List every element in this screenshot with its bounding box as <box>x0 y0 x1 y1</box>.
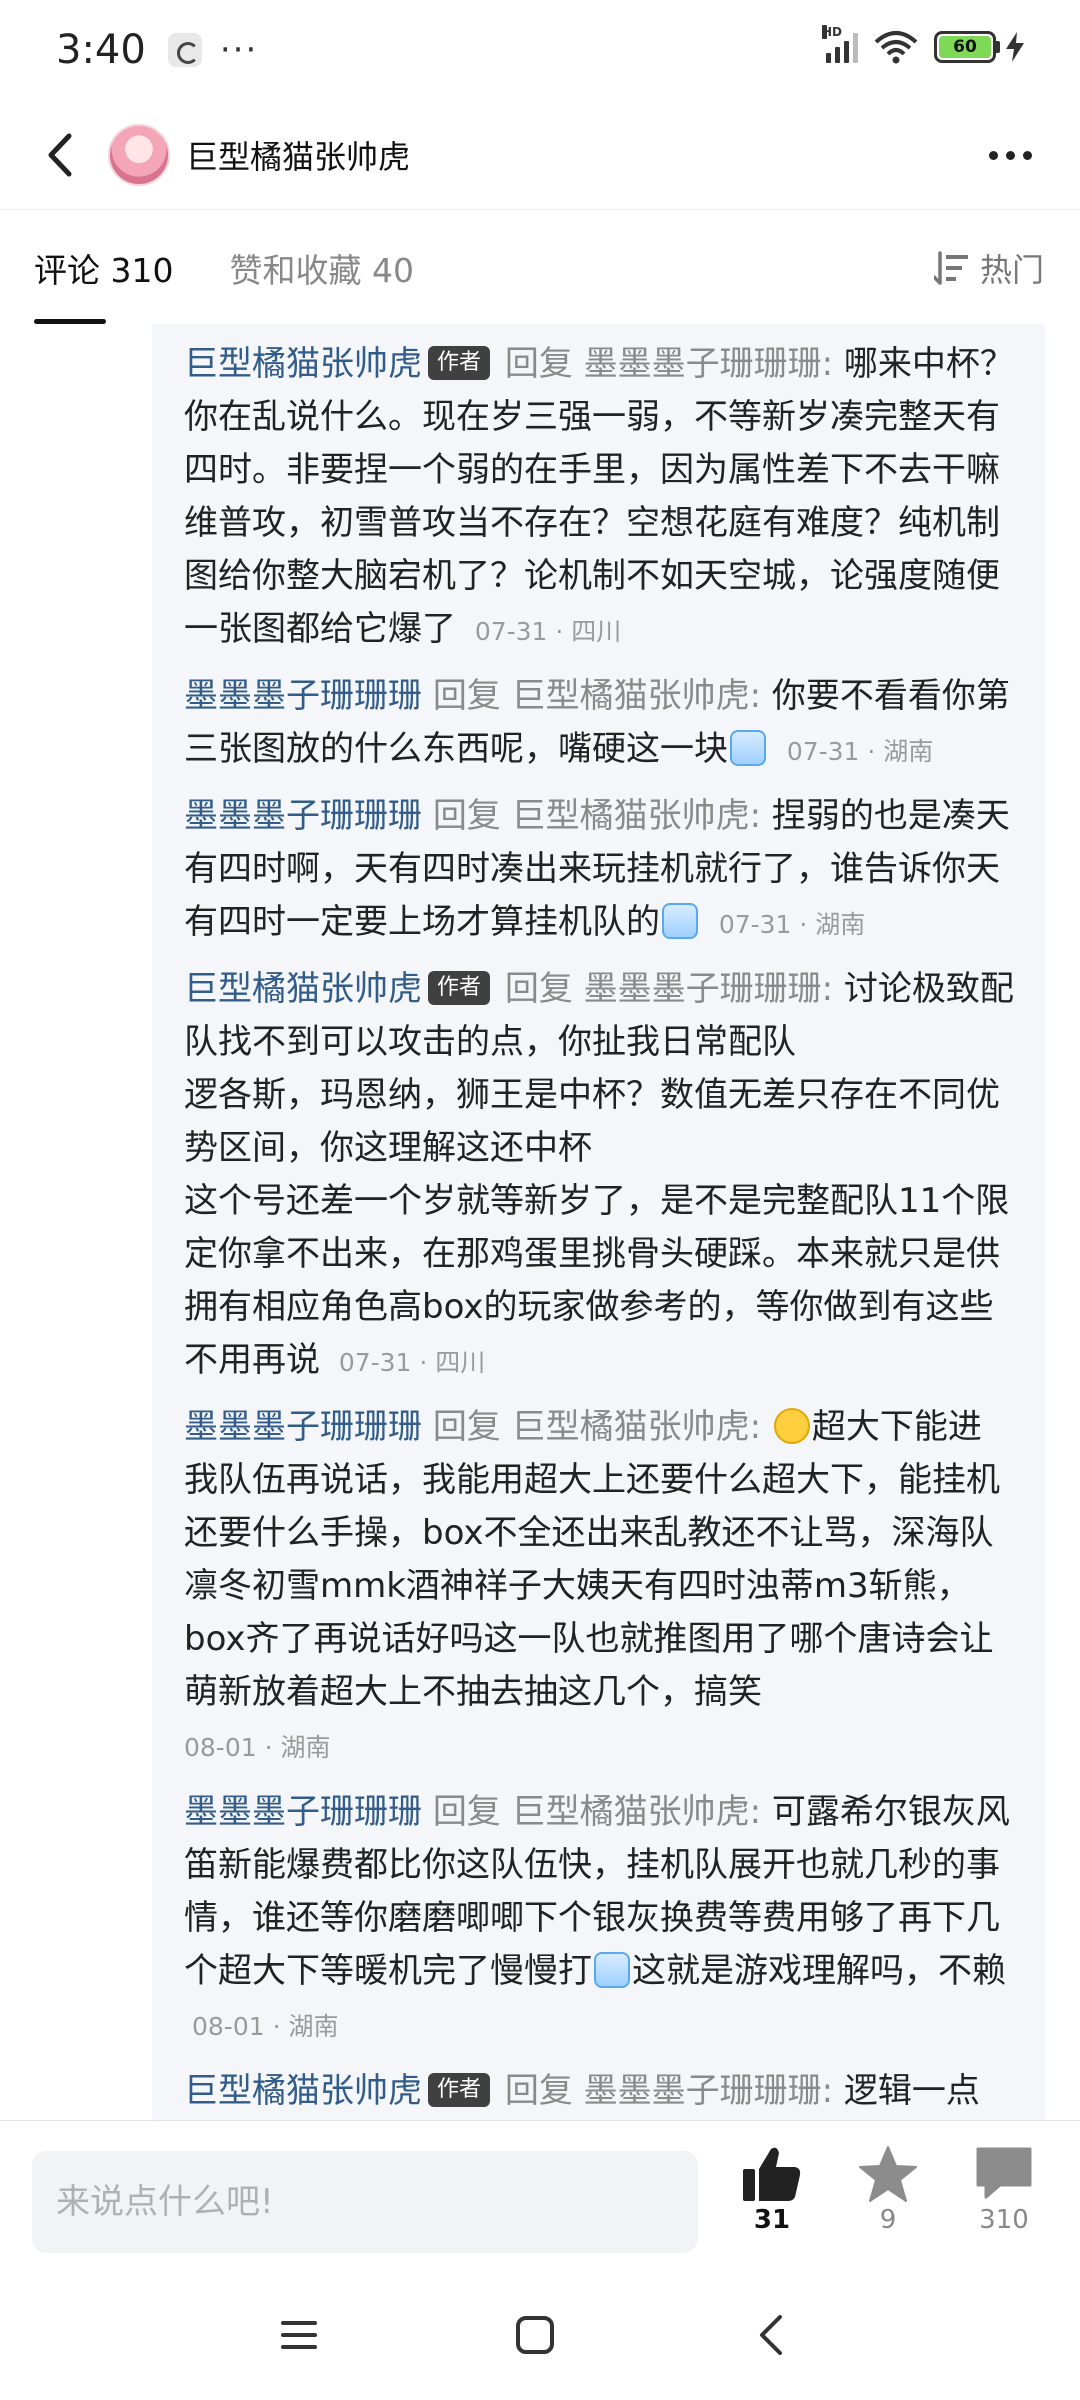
comment-meta: 07-31 · 四川 <box>338 1348 486 1377</box>
status-time: 3:40 <box>56 27 146 73</box>
battery-icon: 60 <box>934 31 1024 63</box>
comment-count-button[interactable]: 310 <box>954 2145 1054 2235</box>
comment-meta: 07-31 · 四川 <box>474 617 622 646</box>
signal-icon: HD <box>822 25 858 63</box>
tab-likes-favorites[interactable]: 赞和收藏 40 <box>229 212 413 324</box>
comment-author[interactable]: 墨墨墨子珊珊珊 <box>184 1407 422 1447</box>
sweat-emoji-icon <box>594 1952 630 1988</box>
app-notification-icon <box>167 33 202 67</box>
chevron-left-icon <box>760 2315 782 2355</box>
comment-author[interactable]: 墨墨墨子珊珊珊 <box>184 796 422 836</box>
tab-comments[interactable]: 评论 310 <box>34 212 173 324</box>
chat-bubble-icon <box>976 2147 1032 2199</box>
reply-target[interactable]: 墨墨墨子珊珊珊: <box>584 344 833 384</box>
reply-target[interactable]: 巨型橘猫张帅虎: <box>512 676 761 716</box>
back-nav-button[interactable] <box>736 2300 806 2370</box>
recents-button[interactable] <box>264 2300 334 2370</box>
like-button[interactable]: 31 <box>722 2145 822 2235</box>
reply-label: 回复 <box>504 344 573 384</box>
reply-label: 回复 <box>432 1407 501 1447</box>
menu-icon <box>281 2321 317 2349</box>
list-item[interactable]: 墨墨墨子珊珊珊 回复 巨型橘猫张帅虎: 超大下能进我队伍再说话，我能用超大上还要… <box>184 1401 1015 1774</box>
star-icon <box>859 2146 917 2202</box>
author-badge: 作者 <box>428 971 491 1005</box>
comment-meta: 08-01 · 湖南 <box>184 1733 331 1762</box>
comment-text: 这个号还差一个岁就等新岁了，是不是完整配队11个限定你拿不出来，在那鸡蛋里挑骨头… <box>184 1181 1010 1380</box>
comment-list[interactable]: 巨型橘猫张帅虎 作者 回复 墨墨墨子珊珊珊: 哪来中杯？你在乱说什么。现在岁三强一… <box>152 324 1045 2120</box>
tabs: 评论 310 赞和收藏 40 热门 <box>0 212 1080 324</box>
comment-meta: 07-31 · 湖南 <box>786 737 934 766</box>
battery-level: 60 <box>939 36 991 58</box>
bottom-action-bar: 31 9 310 <box>0 2120 1080 2270</box>
square-icon <box>516 2316 554 2354</box>
more-horizontal-icon <box>988 150 998 160</box>
list-item[interactable]: 墨墨墨子珊珊珊 回复 巨型橘猫张帅虎: 可露希尔银灰风笛新能爆费都比你这队伍快，… <box>184 1786 1015 2053</box>
comment-input[interactable] <box>32 2151 698 2253</box>
list-item[interactable]: 巨型橘猫张帅虎 作者 回复 墨墨墨子珊珊珊: 哪来中杯？你在乱说什么。现在岁三强一… <box>184 338 1015 658</box>
favorite-button[interactable]: 9 <box>838 2145 938 2235</box>
reply-target[interactable]: 巨型橘猫张帅虎: <box>512 1792 761 1832</box>
network-label: HD <box>822 25 843 39</box>
more-button[interactable] <box>980 125 1040 185</box>
comment-author[interactable]: 巨型橘猫张帅虎 <box>184 969 422 1009</box>
comment-meta: 07-31 · 湖南 <box>718 910 866 939</box>
reply-label: 回复 <box>504 969 573 1009</box>
comment-author[interactable]: 墨墨墨子珊珊珊 <box>184 676 422 716</box>
reply-label: 回复 <box>432 676 501 716</box>
comment-text: 逻辑一点 <box>843 2071 980 2111</box>
comment-meta: 08-01 · 湖南 <box>192 2012 339 2041</box>
wifi-icon <box>874 31 918 64</box>
sort-label: 热门 <box>979 251 1044 289</box>
back-button[interactable] <box>30 125 90 185</box>
sweat-emoji-icon <box>662 903 698 939</box>
page-title: 巨型橘猫张帅虎 <box>186 137 411 176</box>
sort-button[interactable]: 热门 <box>933 212 1044 324</box>
header: 巨型橘猫张帅虎 <box>0 100 1080 210</box>
comment-text: 超大下能进我队伍再说话，我能用超大上还要什么超大下，能挂机还要什么手操，box不… <box>184 1407 1000 1712</box>
comment-author[interactable]: 巨型橘猫张帅虎 <box>184 2071 422 2111</box>
status-bar: 3:40 ··· HD 60 <box>0 0 1080 100</box>
charging-icon <box>1006 32 1024 62</box>
author-badge: 作者 <box>428 2073 491 2107</box>
sort-icon <box>933 251 968 285</box>
thumbs-up-icon <box>743 2147 801 2201</box>
list-item[interactable]: 巨型橘猫张帅虎 作者 回复 墨墨墨子珊珊珊: 逻辑一点 <box>184 2065 1015 2118</box>
author-badge: 作者 <box>428 346 491 380</box>
chevron-left-icon <box>48 133 72 176</box>
list-item[interactable]: 墨墨墨子珊珊珊 回复 巨型橘猫张帅虎: 你要不看看你第三张图放的什么东西呢，嘴硬… <box>184 670 1015 778</box>
more-notifications-icon: ··· <box>219 30 259 70</box>
comment-author[interactable]: 墨墨墨子珊珊珊 <box>184 1792 422 1832</box>
reply-target[interactable]: 墨墨墨子珊珊珊: <box>584 969 833 1009</box>
reply-target[interactable]: 墨墨墨子珊珊珊: <box>584 2071 833 2111</box>
system-nav-bar <box>0 2270 1080 2400</box>
reply-target[interactable]: 巨型橘猫张帅虎: <box>512 796 761 836</box>
reply-label: 回复 <box>432 1792 501 1832</box>
list-item[interactable]: 墨墨墨子珊珊珊 回复 巨型橘猫张帅虎: 捏弱的也是凑天有四时啊，天有四时凑出来玩… <box>184 790 1015 951</box>
comment-author[interactable]: 巨型橘猫张帅虎 <box>184 344 422 384</box>
reply-label: 回复 <box>504 2071 573 2111</box>
status-right: HD 60 <box>822 25 1024 64</box>
avatar[interactable] <box>108 123 170 186</box>
comment-text: 这就是游戏理解吗，不赖 <box>632 1951 1006 1991</box>
comment-count: 310 <box>979 2205 1029 2235</box>
status-notification-icons: ··· <box>167 30 259 70</box>
reply-target[interactable]: 巨型橘猫张帅虎: <box>512 1407 761 1447</box>
grin-emoji-icon <box>773 1408 810 1444</box>
sweat-emoji-icon <box>730 730 766 766</box>
list-item[interactable]: 巨型橘猫张帅虎 作者 回复 墨墨墨子珊珊珊: 讨论极致配队找不到可以攻击的点，你扯… <box>184 963 1015 1389</box>
home-button[interactable] <box>500 2300 570 2370</box>
comment-text: 逻各斯，玛恩纳，狮王是中杯？数值无差只存在不同优势区间，你这理解这还中杯 <box>184 1075 1000 1168</box>
like-count: 31 <box>753 2205 791 2235</box>
reply-label: 回复 <box>432 796 501 836</box>
favorite-count: 9 <box>879 2205 897 2235</box>
